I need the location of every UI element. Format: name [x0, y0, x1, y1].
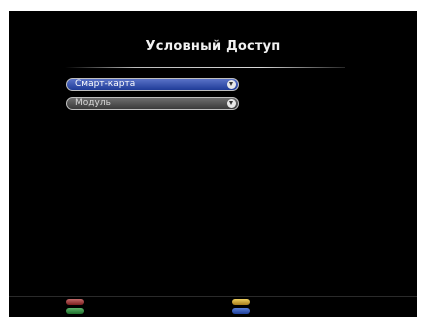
tv-menu-screen: Условный Доступ Смарт-карта Модуль: [9, 11, 417, 317]
title-divider: [65, 67, 345, 68]
red-key-icon[interactable]: [66, 299, 84, 305]
menu-item-label: Смарт-карта: [75, 79, 136, 89]
chevron-down-icon: [227, 80, 236, 89]
green-key-icon[interactable]: [66, 308, 84, 314]
yellow-key-icon[interactable]: [232, 299, 250, 305]
bottom-divider: [9, 296, 417, 297]
menu-item-label: Модуль: [75, 98, 111, 108]
blue-key-icon[interactable]: [232, 308, 250, 314]
page-title: Условный Доступ: [145, 39, 281, 54]
chevron-down-icon: [227, 99, 236, 108]
menu-item-smartcard[interactable]: Смарт-карта: [66, 78, 239, 91]
menu-item-module[interactable]: Модуль: [66, 97, 239, 110]
